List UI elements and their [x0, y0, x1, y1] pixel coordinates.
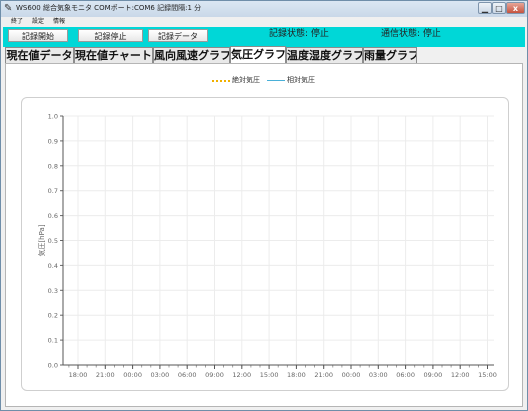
x-tick-label: 21:00 — [96, 371, 115, 379]
y-tick-label: 0.1 — [48, 337, 58, 345]
y-tick-label: 0.2 — [48, 312, 58, 320]
y-tick-label: 0.7 — [48, 187, 58, 195]
y-tick-label: 0.3 — [48, 287, 58, 295]
menu-item-info[interactable]: 情報 — [53, 17, 65, 27]
y-tick-label: 0.0 — [48, 362, 58, 370]
x-tick-label: 12:00 — [232, 371, 251, 379]
x-tick-label: 06:00 — [396, 371, 415, 379]
toolbar: 記録開始 記録停止 記録データ 記録状態: 停止 通信状態: 停止 — [3, 27, 525, 47]
legend-swatch-relative — [267, 80, 285, 81]
tab-current-chart[interactable]: 現在値チャート — [74, 47, 153, 63]
y-tick-label: 0.4 — [48, 262, 58, 270]
tab-wind-graph[interactable]: 風向風速グラフ — [153, 47, 230, 63]
x-tick-label: 00:00 — [123, 371, 142, 379]
x-tick-label: 09:00 — [424, 371, 443, 379]
stop-recording-button[interactable]: 記録停止 — [78, 29, 143, 42]
app-window: ✎ WS600 総合気象モニタ COMポート:COM6 記録間隔:1 分 ▁ □… — [0, 0, 528, 411]
minimize-button[interactable]: ▁ — [478, 2, 492, 14]
x-tick-label: 21:00 — [314, 371, 333, 379]
record-status-text: 記録状態: 停止 — [269, 29, 329, 39]
maximize-button[interactable]: □ — [492, 2, 506, 14]
close-button[interactable]: x — [506, 2, 525, 14]
legend-swatch-absolute — [212, 80, 230, 82]
menu-bar: 終了 設定 情報 — [1, 17, 527, 27]
window-title: WS600 総合気象モニタ COMポート:COM6 記録間隔:1 分 — [16, 4, 202, 12]
tab-rain-graph[interactable]: 雨量グラフ — [363, 47, 417, 63]
x-tick-label: 15:00 — [478, 371, 497, 379]
menu-item-exit[interactable]: 終了 — [11, 17, 23, 27]
comm-status-text: 通信状態: 停止 — [381, 29, 441, 39]
tab-current-data[interactable]: 現在値データ — [5, 47, 74, 63]
x-tick-label: 15:00 — [260, 371, 279, 379]
y-tick-label: 0.5 — [48, 237, 58, 245]
x-tick-label: 03:00 — [151, 371, 170, 379]
x-tick-label: 06:00 — [178, 371, 197, 379]
x-tick-label: 18:00 — [287, 371, 306, 379]
title-bar[interactable]: ✎ WS600 総合気象モニタ COMポート:COM6 記録間隔:1 分 ▁ □… — [1, 1, 527, 17]
x-tick-label: 09:00 — [205, 371, 224, 379]
chart-frame: 0.0 0.1 0.2 0.3 0.4 0.5 0.6 0.7 0.8 0.9 1.0 18:00 21… — [21, 97, 509, 391]
pressure-chart: 0.0 0.1 0.2 0.3 0.4 0.5 0.6 0.7 0.8 0.9 1.0 18:00 21… — [37, 113, 497, 380]
tab-temp-humidity-graph[interactable]: 温度湿度グラフ — [286, 47, 363, 63]
record-data-button[interactable]: 記録データ — [148, 29, 208, 42]
menu-item-settings[interactable]: 設定 — [32, 17, 44, 27]
start-recording-button[interactable]: 記録開始 — [8, 29, 68, 42]
tab-pressure-graph[interactable]: 気圧グラフ — [230, 46, 286, 63]
y-tick-label: 1.0 — [48, 113, 58, 121]
app-icon: ✎ — [4, 3, 13, 14]
y-axis-title: 気圧[hPa] — [37, 224, 46, 256]
y-tick-label: 0.6 — [48, 212, 58, 220]
x-tick-label: 00:00 — [342, 371, 361, 379]
legend-label-relative: 相対気圧 — [287, 76, 315, 84]
tab-strip: 現在値データ 現在値チャート 風向風速グラフ 気圧グラフ 温度湿度グラフ 雨量グ… — [5, 46, 525, 63]
x-tick-label: 12:00 — [451, 371, 470, 379]
legend-label-absolute: 絶対気圧 — [232, 76, 260, 84]
y-tick-label: 0.9 — [48, 137, 58, 145]
x-tick-label: 03:00 — [369, 371, 388, 379]
x-tick-label: 18:00 — [69, 371, 88, 379]
y-tick-label: 0.8 — [48, 162, 58, 170]
